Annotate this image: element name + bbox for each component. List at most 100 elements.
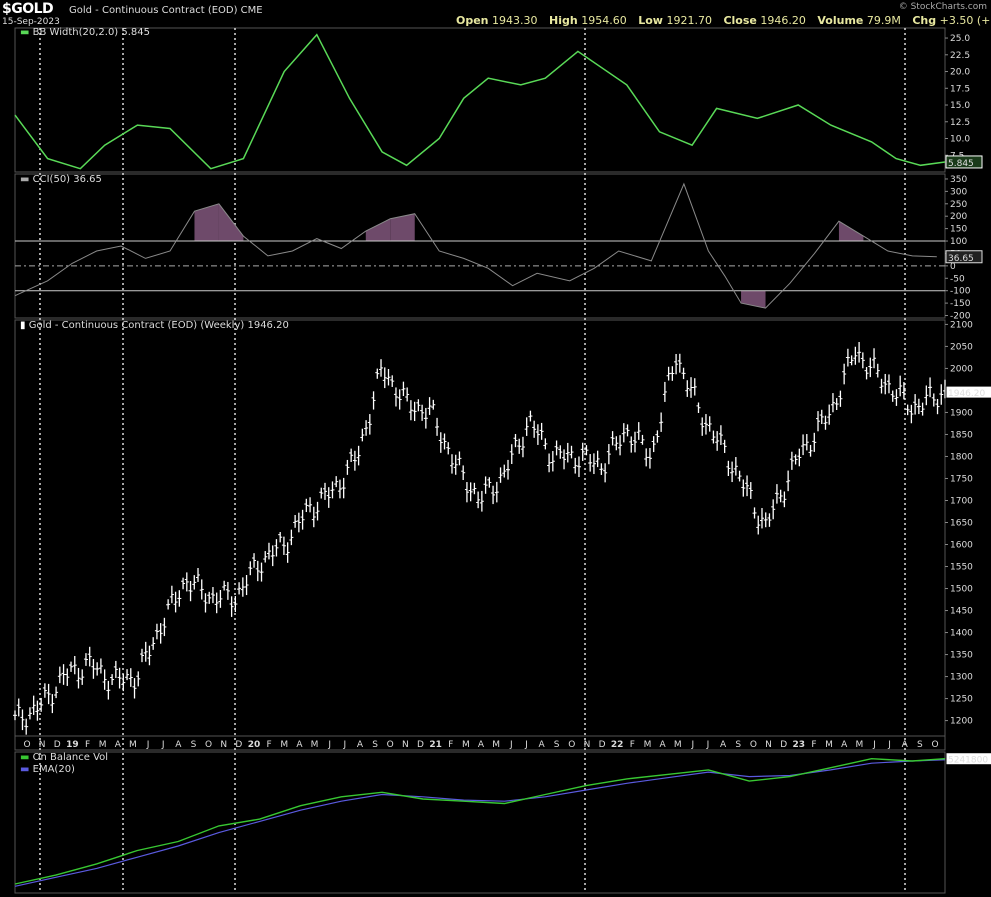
x-axis-label: A	[175, 740, 182, 750]
cci-series-line	[14, 182, 937, 309]
cci-last-label: 36.65	[948, 254, 974, 264]
cci-overbought-fill	[365, 218, 391, 242]
x-axis-label: M	[129, 740, 137, 750]
price-tick-label: 1850	[950, 430, 973, 440]
bb-width-legend-text: BB Width(20,2.0) 5.845	[32, 27, 151, 38]
price-tick-label: 1550	[950, 563, 973, 573]
x-axis-label: M	[462, 740, 470, 750]
x-axis-label: J	[146, 740, 150, 750]
x-axis-label: 22	[611, 740, 624, 750]
cci-tick-label: 350	[950, 175, 967, 185]
x-axis-label: A	[538, 740, 545, 750]
cci-tick-label: 200	[950, 212, 967, 222]
x-axis-label: M	[280, 740, 288, 750]
x-axis-label: J	[872, 740, 876, 750]
cci-tick-label: -100	[950, 287, 971, 297]
x-axis-label: F	[85, 740, 90, 750]
x-axis-label: O	[750, 740, 757, 750]
price-tick-label: 1450	[950, 607, 973, 617]
bb-width-tick-label: 15.0	[950, 101, 970, 111]
x-axis-label: M	[825, 740, 833, 750]
x-axis-label: A	[296, 740, 303, 750]
x-axis-label: S	[735, 740, 741, 750]
price-legend-text: Gold - Continuous Contract (EOD) (Weekly…	[28, 320, 289, 331]
price-tick-label: 2000	[950, 364, 973, 374]
x-axis-label: M	[855, 740, 863, 750]
cci-legend: ▬ CCI(50) 36.65	[20, 174, 102, 185]
x-axis-label: A	[720, 740, 727, 750]
x-axis-label: J	[327, 740, 331, 750]
x-axis-label: 21	[429, 740, 442, 750]
x-axis-label: J	[509, 740, 513, 750]
bb-width-tick-label: 22.5	[950, 51, 970, 61]
bb-width-legend: ▬ BB Width(20,2.0) 5.845	[20, 27, 151, 38]
x-axis-label: N	[402, 740, 409, 750]
x-axis-label: S	[554, 740, 560, 750]
x-axis-label: F	[267, 740, 272, 750]
x-axis-label: 20	[248, 740, 261, 750]
x-axis-label: M	[674, 740, 682, 750]
cci-overbought-fill	[838, 221, 864, 242]
ema-series-line	[14, 759, 946, 887]
cci-legend-text: CCI(50) 36.65	[32, 174, 102, 185]
bb-width-tick-label: 17.5	[950, 84, 970, 94]
x-axis-label: A	[841, 740, 848, 750]
x-axis-label: N	[39, 740, 46, 750]
x-axis-label: J	[524, 740, 528, 750]
price-tick-label: 1900	[950, 408, 973, 418]
x-axis-label: 19	[66, 740, 79, 750]
cci-tick-label: -150	[950, 299, 971, 309]
cci-tick-label: 100	[950, 237, 967, 247]
bb-width-tick-label: 10.0	[950, 135, 970, 145]
x-axis-label: M	[644, 740, 652, 750]
price-tick-label: 1750	[950, 474, 973, 484]
x-axis-label: N	[220, 740, 227, 750]
panel-frame-1	[14, 173, 946, 319]
price-tick-label: 1700	[950, 496, 973, 506]
obv-legend: ▬ On Balance Vol	[20, 752, 109, 763]
bb-width-series-line	[14, 33, 946, 170]
x-axis-label: F	[630, 740, 635, 750]
x-axis-label: N	[584, 740, 591, 750]
x-axis-label: J	[691, 740, 695, 750]
x-axis-label: D	[417, 740, 424, 750]
x-axis-label: S	[191, 740, 197, 750]
panel-frame-2	[14, 319, 946, 737]
chart-svg: 25.022.520.017.515.012.510.07.55.8453503…	[13, 27, 991, 894]
x-axis-label: O	[205, 740, 212, 750]
x-axis-label: A	[478, 740, 485, 750]
cci-tick-label: 300	[950, 187, 967, 197]
x-axis-label: D	[54, 740, 61, 750]
price-tick-label: 1300	[950, 673, 973, 683]
x-axis-label: D	[599, 740, 606, 750]
x-axis-label: M	[492, 740, 500, 750]
price-tick-label: 1800	[950, 452, 973, 462]
x-axis-label: N	[765, 740, 772, 750]
x-axis-label: J	[887, 740, 891, 750]
chart-stage: $GOLD Gold - Continuous Contract (EOD) C…	[0, 0, 991, 897]
price-last-label: 1946.20	[948, 389, 985, 399]
x-axis-label: O	[568, 740, 575, 750]
price-tick-label: 2050	[950, 342, 973, 352]
x-axis-label: O	[23, 740, 30, 750]
bb-width-tick-label: 12.5	[950, 118, 970, 128]
price-tick-label: 1650	[950, 518, 973, 528]
x-axis-label: M	[99, 740, 107, 750]
x-axis-label: O	[387, 740, 394, 750]
x-axis-label: O	[931, 740, 938, 750]
price-tick-label: 1250	[950, 695, 973, 705]
panel-frame-0	[14, 27, 946, 173]
x-axis-label: M	[311, 740, 319, 750]
ema-legend: ▬ EMA(20)	[20, 764, 75, 775]
x-axis-label: S	[372, 740, 378, 750]
bb-width-last-label: 5.845	[948, 159, 974, 169]
x-axis-label: 23	[793, 740, 806, 750]
cci-overbought-fill	[194, 203, 219, 242]
obv-last-label: 5241800	[948, 756, 988, 766]
ema-legend-text: EMA(20)	[32, 764, 75, 775]
x-axis-label: F	[448, 740, 453, 750]
cci-tick-label: 250	[950, 200, 967, 210]
x-axis-label: J	[161, 740, 165, 750]
price-tick-label: 1500	[950, 585, 973, 595]
price-tick-label: 1200	[950, 717, 973, 727]
